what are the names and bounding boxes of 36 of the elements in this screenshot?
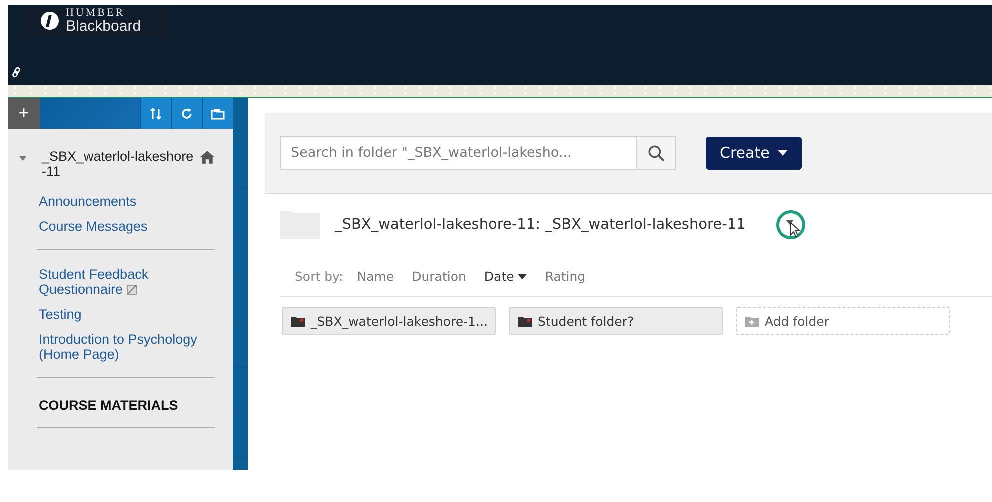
sort-option[interactable]: Rating	[545, 268, 586, 284]
sidebar-link[interactable]: Introduction to Psychology (Home Page)	[39, 332, 215, 362]
home-icon[interactable]	[200, 151, 215, 164]
create-button[interactable]: Create	[706, 136, 802, 170]
logo[interactable]: HUMBER Blackboard	[20, 5, 170, 37]
logo-text: Blackboard	[66, 19, 142, 34]
logo-icon	[40, 11, 60, 31]
sort-option[interactable]: Name	[357, 268, 394, 284]
folder-chip[interactable]: Student folder?	[509, 307, 723, 335]
sort-option[interactable]: Date	[484, 268, 528, 284]
caret-icon	[778, 150, 788, 156]
menu-button[interactable]	[776, 210, 806, 240]
caret-icon[interactable]	[18, 153, 28, 163]
folder-add-icon	[745, 316, 759, 326]
course-title[interactable]: _SBX_waterlol-lakeshore-11	[42, 149, 194, 179]
sidebar-link[interactable]: Announcements	[39, 194, 137, 209]
sort-icon[interactable]	[140, 98, 171, 129]
sort-option[interactable]: Duration	[412, 268, 466, 284]
add-button[interactable]: +	[8, 98, 40, 129]
sort-label: Sort by:	[295, 268, 344, 284]
search-field[interactable]: Search in folder "_SBX_waterlol-lakesho...	[280, 136, 636, 170]
folder-title: _SBX_waterlol-lakeshore-11: _SBX_waterlol-lakeshore-11	[335, 217, 746, 233]
folder-chip[interactable]: _SBX_waterlol-lakeshore-1...	[282, 307, 496, 335]
refresh-icon[interactable]	[171, 98, 202, 129]
caret-icon	[518, 274, 528, 280]
sidebar-link[interactable]: Testing	[39, 307, 82, 322]
search-icon[interactable]	[636, 136, 676, 170]
logo-text: HUMBER	[66, 8, 126, 19]
link-icon[interactable]	[11, 67, 22, 78]
folder-icon[interactable]	[202, 98, 233, 129]
section-heading[interactable]: COURSE MATERIALS	[39, 390, 215, 417]
sidebar-link[interactable]: Student Feedback Questionnaire	[39, 267, 215, 297]
add-folder-button[interactable]: Add folder	[736, 307, 950, 335]
folder-icon	[518, 316, 532, 326]
sidebar-link[interactable]: Course Messages	[39, 219, 148, 234]
folder-icon	[291, 316, 305, 326]
